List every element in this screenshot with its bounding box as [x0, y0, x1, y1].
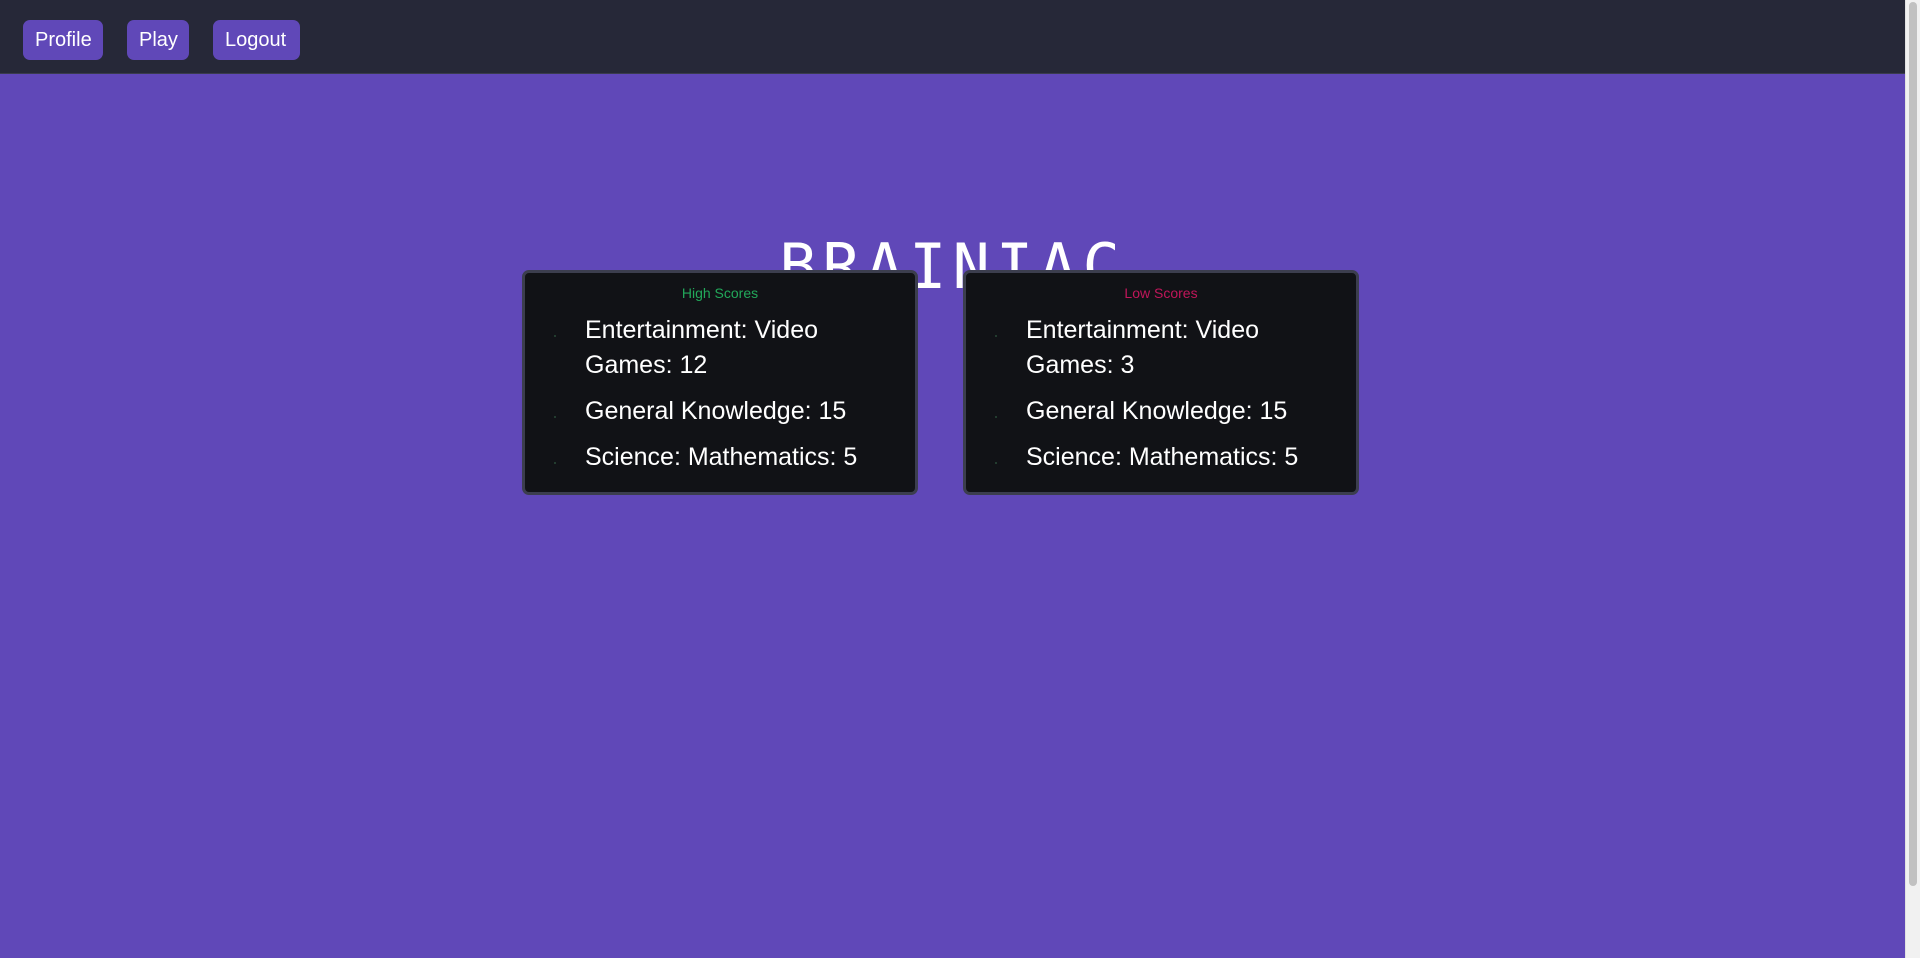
score-text: General Knowledge: 15: [1026, 397, 1288, 425]
list-item: Science: Mathematics: 5: [525, 440, 915, 475]
bullet-icon: [554, 335, 556, 337]
bullet-icon: [554, 462, 556, 464]
vertical-scrollbar[interactable]: [1905, 0, 1920, 958]
low-scores-card: Low Scores Entertainment: Video Games: 3…: [963, 270, 1359, 495]
bullet-icon: [995, 335, 997, 337]
profile-button[interactable]: Profile: [23, 20, 103, 60]
score-text: General Knowledge: 15: [585, 397, 847, 425]
list-item: General Knowledge: 15: [966, 394, 1356, 429]
list-item: Science: Mathematics: 5: [966, 440, 1356, 475]
list-item: Entertainment: Video Games: 3: [966, 313, 1356, 383]
page-title: BRAINIAC: [779, 229, 1126, 303]
high-scores-list: Entertainment: Video Games: 12 General K…: [525, 313, 915, 486]
bullet-icon: [995, 416, 997, 418]
bullet-icon: [554, 416, 556, 418]
top-navbar: Profile Play Logout: [0, 0, 1905, 74]
score-text: Science: Mathematics: 5: [585, 443, 858, 471]
score-text: Science: Mathematics: 5: [1026, 443, 1299, 471]
app-viewport: Profile Play Logout BRAINIAC High Scores…: [0, 0, 1905, 958]
list-item: Entertainment: Video Games: 12: [525, 313, 915, 383]
logout-button[interactable]: Logout: [213, 20, 300, 60]
list-item: General Knowledge: 15: [525, 394, 915, 429]
low-scores-heading: Low Scores: [1124, 285, 1198, 301]
scrollbar-thumb[interactable]: [1909, 2, 1917, 886]
high-scores-heading: High Scores: [681, 285, 759, 301]
bullet-icon: [995, 462, 997, 464]
high-scores-card: High Scores Entertainment: Video Games: …: [522, 270, 918, 495]
low-scores-list: Entertainment: Video Games: 3 General Kn…: [966, 313, 1356, 486]
score-text: Entertainment: Video Games: 3: [1026, 316, 1260, 379]
play-button[interactable]: Play: [127, 20, 189, 60]
score-text: Entertainment: Video Games: 12: [585, 316, 819, 379]
